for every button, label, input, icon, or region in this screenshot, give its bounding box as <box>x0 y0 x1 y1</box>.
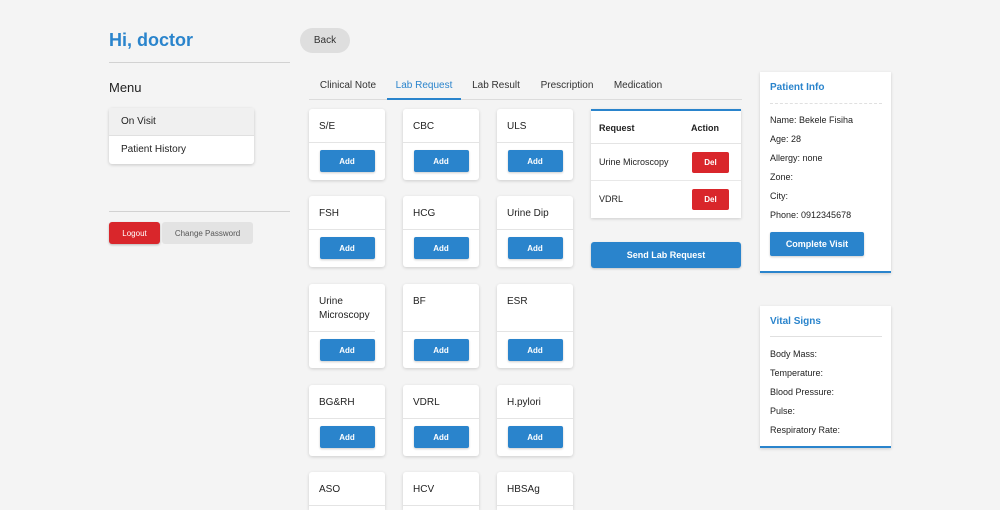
lab-test-name: BG&RH <box>309 385 385 419</box>
lab-test-name: HCG <box>403 196 479 230</box>
lab-test-card: BF Add <box>403 284 479 368</box>
vital-temperature: Temperature: <box>770 368 824 378</box>
panel-title: Patient Info <box>770 82 825 93</box>
lab-test-name: ESR <box>497 284 573 332</box>
lab-test-card: CBC Add <box>403 109 479 180</box>
lab-test-name: FSH <box>309 196 385 230</box>
request-name: VDRL <box>599 194 624 204</box>
lab-test-card: Urine Microscopy Add <box>309 284 385 368</box>
lab-test-name: HCV <box>403 472 479 506</box>
patient-phone: Phone: 0912345678 <box>770 210 852 220</box>
vital-body-mass: Body Mass: <box>770 349 818 359</box>
lab-test-name: Urine Microscopy <box>309 284 375 332</box>
tab-lab-request[interactable]: Lab Request <box>387 74 461 100</box>
lab-test-name: ASO <box>309 472 385 506</box>
lab-test-card: HCG Add <box>403 196 479 267</box>
add-test-button[interactable]: Add <box>319 237 375 259</box>
lab-test-card: ESR Add <box>497 284 573 368</box>
add-test-button[interactable]: Add <box>413 426 469 448</box>
patient-city: City: <box>770 191 788 201</box>
lab-test-name: HBSAg <box>497 472 573 506</box>
lab-test-card: FSH Add <box>309 196 385 267</box>
divider <box>109 62 290 63</box>
lab-test-card: BG&RH Add <box>309 385 385 456</box>
table-header: Request Action <box>591 111 741 144</box>
tab-lab-result[interactable]: Lab Result <box>464 74 528 100</box>
lab-test-card: ULS Add <box>497 109 573 180</box>
lab-test-name: BF <box>403 284 479 332</box>
logout-button[interactable]: Logout <box>109 222 160 244</box>
back-button[interactable]: Back <box>300 28 350 53</box>
vital-pulse: Pulse: <box>770 406 796 416</box>
greeting-title: Hi, doctor <box>109 30 193 50</box>
menu-item-patient-history[interactable]: Patient History <box>109 136 254 164</box>
add-test-button[interactable]: Add <box>507 150 563 172</box>
lab-test-card: Urine Dip Add <box>497 196 573 267</box>
lab-test-name: CBC <box>403 109 479 143</box>
divider <box>109 211 290 212</box>
column-header-request: Request <box>599 123 635 133</box>
panel-title: Vital Signs <box>770 316 821 327</box>
lab-test-card: VDRL Add <box>403 385 479 456</box>
lab-test-card: ASO <box>309 472 385 510</box>
add-test-button[interactable]: Add <box>507 237 563 259</box>
request-name: Urine Microscopy <box>599 157 669 167</box>
lab-test-card: H.pylori Add <box>497 385 573 456</box>
lab-test-name: H.pylori <box>497 385 573 419</box>
vital-blood-pressure: Blood Pressure: <box>770 387 835 397</box>
tab-bar: Clinical Note Lab Request Lab Result Pre… <box>309 74 742 100</box>
table-row: Urine Microscopy Del <box>591 144 741 181</box>
lab-request-table: Request Action Urine Microscopy Del VDRL… <box>591 109 741 218</box>
add-test-button[interactable]: Add <box>319 339 375 361</box>
table-row: VDRL Del <box>591 181 741 218</box>
column-header-action: Action <box>691 123 719 133</box>
patient-age: Age: 28 <box>770 134 802 144</box>
lab-test-name: ULS <box>497 109 573 143</box>
lab-test-card: HCV <box>403 472 479 510</box>
complete-visit-button[interactable]: Complete Visit <box>770 232 864 256</box>
side-menu: On Visit Patient History <box>109 108 254 164</box>
send-lab-request-button[interactable]: Send Lab Request <box>591 242 741 268</box>
add-test-button[interactable]: Add <box>507 426 563 448</box>
lab-test-name: VDRL <box>403 385 479 419</box>
tab-medication[interactable]: Medication <box>606 74 670 100</box>
vital-respiratory-rate: Respiratory Rate: <box>770 425 841 435</box>
add-test-button[interactable]: Add <box>319 150 375 172</box>
add-test-button[interactable]: Add <box>507 339 563 361</box>
tab-prescription[interactable]: Prescription <box>532 74 602 100</box>
menu-title: Menu <box>109 80 142 95</box>
delete-request-button[interactable]: Del <box>692 152 729 173</box>
change-password-button[interactable]: Change Password <box>162 222 253 244</box>
lab-test-name: Urine Dip <box>497 196 573 230</box>
add-test-button[interactable]: Add <box>319 426 375 448</box>
lab-test-name: S/E <box>309 109 385 143</box>
add-test-button[interactable]: Add <box>413 150 469 172</box>
add-test-button[interactable]: Add <box>413 339 469 361</box>
lab-test-card: HBSAg <box>497 472 573 510</box>
patient-name: Name: Bekele Fisiha <box>770 115 854 125</box>
patient-allergy: Allergy: none <box>770 153 823 163</box>
lab-test-card: S/E Add <box>309 109 385 180</box>
patient-info-panel: Patient Info Name: Bekele Fisiha Age: 28… <box>760 72 891 273</box>
tab-clinical-note[interactable]: Clinical Note <box>309 74 387 100</box>
patient-zone: Zone: <box>770 172 794 182</box>
add-test-button[interactable]: Add <box>413 237 469 259</box>
delete-request-button[interactable]: Del <box>692 189 729 210</box>
vital-signs-panel: Vital Signs Body Mass: Temperature: Bloo… <box>760 306 891 448</box>
menu-item-on-visit[interactable]: On Visit <box>109 108 254 136</box>
